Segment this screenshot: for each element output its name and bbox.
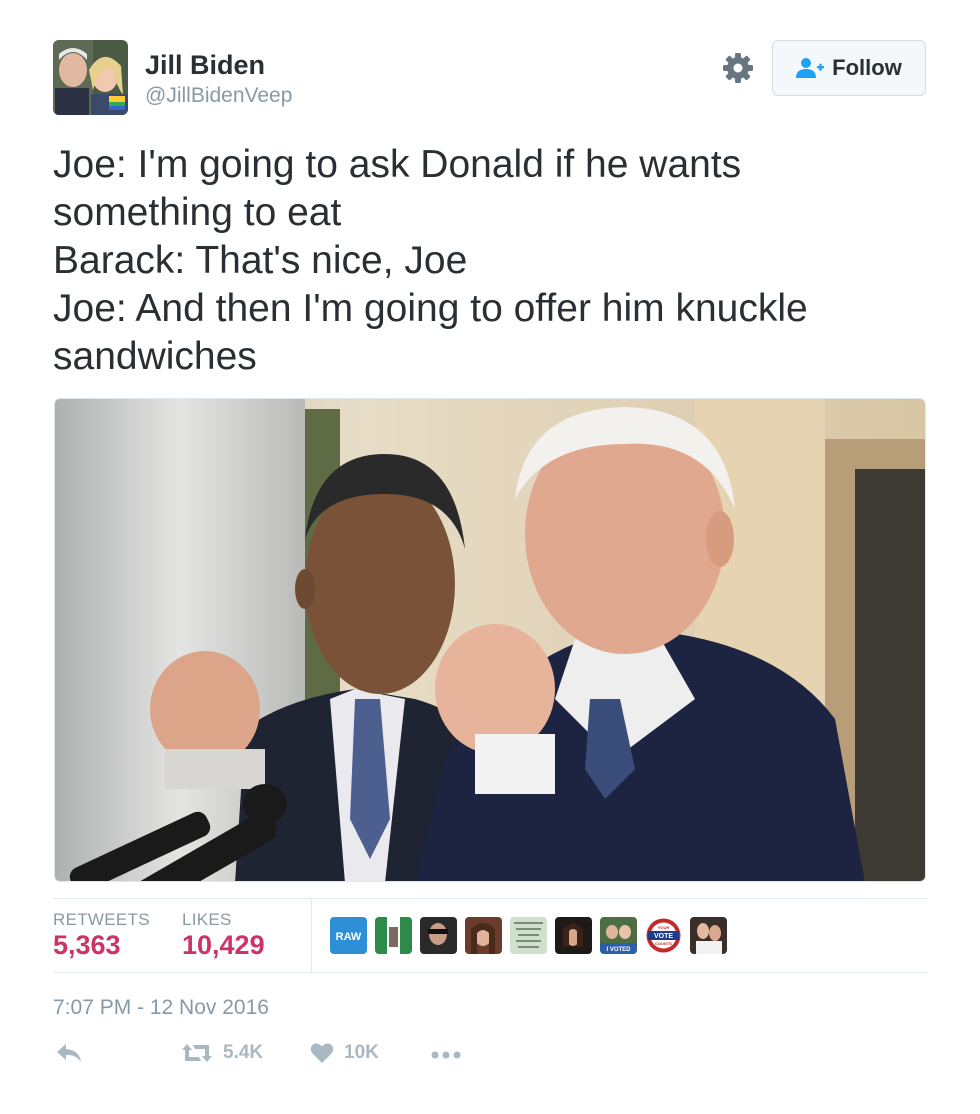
heart-icon bbox=[310, 1043, 334, 1063]
profile-avatar[interactable] bbox=[53, 40, 128, 115]
timestamp[interactable]: 7:07 PM - 12 Nov 2016 bbox=[53, 996, 269, 1020]
tweet-photo[interactable] bbox=[54, 398, 926, 882]
display-name[interactable]: Jill Biden bbox=[145, 50, 265, 81]
liker-avatars: RAW I VOTED YOUR VOTE COUNTS bbox=[330, 917, 727, 954]
follow-label: Follow bbox=[832, 55, 902, 80]
liker-avatar[interactable] bbox=[375, 917, 412, 954]
like-button[interactable]: 10K bbox=[310, 1042, 379, 1064]
retweets-count[interactable]: 5,363 bbox=[53, 930, 121, 961]
follow-button[interactable]: Follow bbox=[772, 40, 926, 96]
retweet-icon bbox=[182, 1044, 212, 1062]
raw-badge-text: RAW bbox=[336, 931, 362, 943]
vote-badge-top: YOUR bbox=[658, 925, 670, 930]
divider bbox=[53, 898, 927, 899]
stats-separator bbox=[311, 899, 312, 972]
retweets-label: RETWEETS bbox=[53, 910, 150, 929]
liker-avatar[interactable] bbox=[510, 917, 547, 954]
more-button[interactable] bbox=[430, 1050, 462, 1060]
tweet-line: Joe: And then I'm going to offer him knu… bbox=[53, 287, 808, 330]
gear-icon[interactable] bbox=[722, 52, 754, 84]
tweet-text: Joe: I'm going to ask Donald if he wants… bbox=[53, 141, 933, 381]
user-handle[interactable]: @JillBidenVeep bbox=[145, 84, 292, 108]
voted-badge-text: I VOTED bbox=[606, 947, 631, 953]
tweet-line: sandwiches bbox=[53, 335, 257, 378]
liker-avatar[interactable]: YOUR VOTE COUNTS bbox=[645, 917, 682, 954]
liker-avatar[interactable] bbox=[555, 917, 592, 954]
like-count: 10K bbox=[344, 1042, 379, 1063]
reply-icon bbox=[57, 1044, 81, 1062]
vote-badge-bottom: COUNTS bbox=[655, 941, 672, 946]
liker-avatar[interactable] bbox=[690, 917, 727, 954]
likes-label: LIKES bbox=[182, 910, 232, 929]
liker-avatar[interactable]: RAW bbox=[330, 917, 367, 954]
reply-button[interactable] bbox=[55, 1042, 83, 1064]
retweet-count: 5.4K bbox=[223, 1042, 264, 1063]
divider bbox=[53, 972, 927, 973]
vote-badge-main: VOTE bbox=[654, 933, 673, 940]
add-user-icon bbox=[796, 58, 825, 78]
retweet-button[interactable]: 5.4K bbox=[181, 1042, 263, 1064]
tweet-line: Barack: That's nice, Joe bbox=[53, 239, 468, 282]
liker-avatar[interactable] bbox=[420, 917, 457, 954]
liker-avatar[interactable]: I VOTED bbox=[600, 917, 637, 954]
tweet-line: Joe: I'm going to ask Donald if he wants bbox=[53, 143, 742, 186]
likes-count[interactable]: 10,429 bbox=[182, 930, 265, 961]
liker-avatar[interactable] bbox=[465, 917, 502, 954]
tweet-line: something to eat bbox=[53, 191, 342, 234]
more-icon bbox=[431, 1051, 461, 1059]
